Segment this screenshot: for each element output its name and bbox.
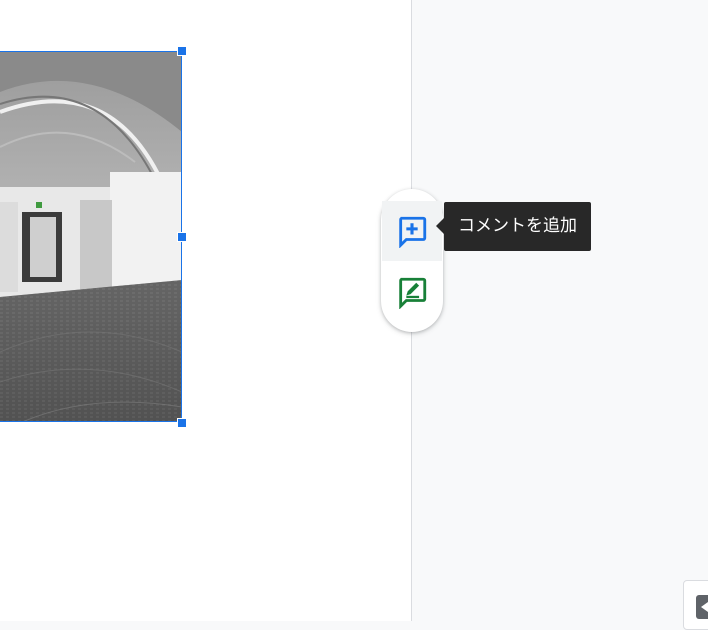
comments-margin bbox=[412, 0, 708, 621]
document-page[interactable] bbox=[0, 0, 412, 621]
resize-handle-bottom-right[interactable] bbox=[177, 418, 187, 428]
selected-image[interactable] bbox=[0, 51, 182, 422]
panorama-photo bbox=[0, 52, 181, 421]
add-comment-icon bbox=[399, 216, 427, 248]
resize-handle-top-right[interactable] bbox=[177, 46, 187, 56]
suggest-edits-icon bbox=[399, 277, 427, 309]
side-panel-toggle[interactable] bbox=[683, 580, 708, 630]
resize-handle-middle-right[interactable] bbox=[177, 232, 187, 242]
add-comment-button[interactable] bbox=[382, 201, 442, 261]
add-comment-tooltip: コメントを追加 bbox=[436, 202, 591, 251]
suggest-edits-button[interactable] bbox=[382, 262, 442, 322]
chevron-left-icon bbox=[696, 595, 708, 619]
side-action-toolbar bbox=[381, 189, 443, 332]
